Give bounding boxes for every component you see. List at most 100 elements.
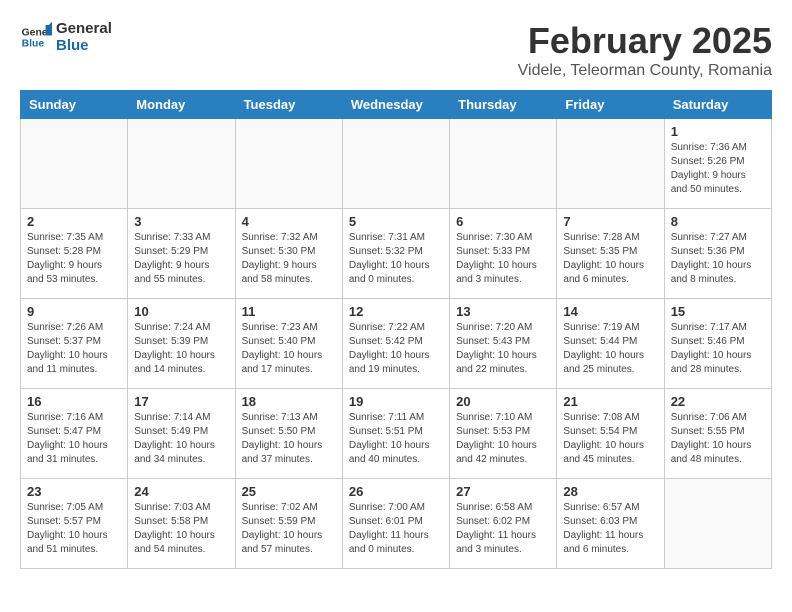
- day-number: 3: [134, 214, 228, 229]
- calendar-cell: [128, 119, 235, 209]
- weekday-header-monday: Monday: [128, 91, 235, 119]
- calendar-cell: 25 Sunrise: 7:02 AM Sunset: 5:59 PM Dayli…: [235, 479, 342, 569]
- calendar-cell: 4 Sunrise: 7:32 AM Sunset: 5:30 PM Daylig…: [235, 209, 342, 299]
- day-number: 24: [134, 484, 228, 499]
- calendar-cell: 19 Sunrise: 7:11 AM Sunset: 5:51 PM Dayli…: [342, 389, 449, 479]
- calendar-cell: 18 Sunrise: 7:13 AM Sunset: 5:50 PM Dayli…: [235, 389, 342, 479]
- calendar-cell: 2 Sunrise: 7:35 AM Sunset: 5:28 PM Daylig…: [21, 209, 128, 299]
- weekday-header-friday: Friday: [557, 91, 664, 119]
- day-info: Sunrise: 7:13 AM Sunset: 5:50 PM Dayligh…: [242, 411, 336, 467]
- day-info: Sunrise: 7:16 AM Sunset: 5:47 PM Dayligh…: [27, 411, 121, 467]
- header: General Blue General Blue February 2025 …: [20, 20, 772, 80]
- logo: General Blue General Blue: [20, 20, 112, 54]
- week-row-4: 23 Sunrise: 7:05 AM Sunset: 5:57 PM Dayli…: [21, 479, 772, 569]
- day-info: Sunrise: 7:27 AM Sunset: 5:36 PM Dayligh…: [671, 231, 765, 287]
- day-number: 4: [242, 214, 336, 229]
- calendar-cell: 3 Sunrise: 7:33 AM Sunset: 5:29 PM Daylig…: [128, 209, 235, 299]
- week-row-3: 16 Sunrise: 7:16 AM Sunset: 5:47 PM Dayli…: [21, 389, 772, 479]
- calendar-cell: 9 Sunrise: 7:26 AM Sunset: 5:37 PM Daylig…: [21, 299, 128, 389]
- calendar-cell: 20Sunrise: 7:10 AM Sunset: 5:53 PM Dayli…: [450, 389, 557, 479]
- day-info: Sunrise: 7:03 AM Sunset: 5:58 PM Dayligh…: [134, 501, 228, 557]
- day-number: 2: [27, 214, 121, 229]
- weekday-header-row: SundayMondayTuesdayWednesdayThursdayFrid…: [21, 91, 772, 119]
- calendar-cell: 11 Sunrise: 7:23 AM Sunset: 5:40 PM Dayli…: [235, 299, 342, 389]
- weekday-header-thursday: Thursday: [450, 91, 557, 119]
- day-number: 18: [242, 394, 336, 409]
- week-row-1: 2 Sunrise: 7:35 AM Sunset: 5:28 PM Daylig…: [21, 209, 772, 299]
- day-number: 28: [563, 484, 657, 499]
- day-number: 22: [671, 394, 765, 409]
- calendar-cell: 24 Sunrise: 7:03 AM Sunset: 5:58 PM Dayli…: [128, 479, 235, 569]
- day-info: Sunrise: 7:30 AM Sunset: 5:33 PM Dayligh…: [456, 231, 550, 287]
- calendar-cell: 5 Sunrise: 7:31 AM Sunset: 5:32 PM Daylig…: [342, 209, 449, 299]
- day-info: Sunrise: 7:08 AM Sunset: 5:54 PM Dayligh…: [563, 411, 657, 467]
- calendar-cell: 7 Sunrise: 7:28 AM Sunset: 5:35 PM Daylig…: [557, 209, 664, 299]
- calendar-cell: 6 Sunrise: 7:30 AM Sunset: 5:33 PM Daylig…: [450, 209, 557, 299]
- calendar-cell: 10Sunrise: 7:24 AM Sunset: 5:39 PM Dayli…: [128, 299, 235, 389]
- day-info: Sunrise: 7:23 AM Sunset: 5:40 PM Dayligh…: [242, 321, 336, 377]
- calendar-cell: 27 Sunrise: 6:58 AM Sunset: 6:02 PM Dayli…: [450, 479, 557, 569]
- day-number: 9: [27, 304, 121, 319]
- day-info: Sunrise: 7:05 AM Sunset: 5:57 PM Dayligh…: [27, 501, 121, 557]
- day-info: Sunrise: 7:14 AM Sunset: 5:49 PM Dayligh…: [134, 411, 228, 467]
- day-info: Sunrise: 7:22 AM Sunset: 5:42 PM Dayligh…: [349, 321, 443, 377]
- day-number: 23: [27, 484, 121, 499]
- week-row-2: 9 Sunrise: 7:26 AM Sunset: 5:37 PM Daylig…: [21, 299, 772, 389]
- day-info: Sunrise: 7:35 AM Sunset: 5:28 PM Dayligh…: [27, 231, 121, 287]
- day-info: Sunrise: 7:02 AM Sunset: 5:59 PM Dayligh…: [242, 501, 336, 557]
- day-number: 5: [349, 214, 443, 229]
- calendar-cell: 13Sunrise: 7:20 AM Sunset: 5:43 PM Dayli…: [450, 299, 557, 389]
- day-number: 11: [242, 304, 336, 319]
- location-title: Videle, Teleorman County, Romania: [518, 62, 772, 80]
- calendar-cell: [450, 119, 557, 209]
- day-info: Sunrise: 7:32 AM Sunset: 5:30 PM Dayligh…: [242, 231, 336, 287]
- calendar-cell: 16 Sunrise: 7:16 AM Sunset: 5:47 PM Dayli…: [21, 389, 128, 479]
- day-number: 1: [671, 124, 765, 139]
- day-number: 14: [563, 304, 657, 319]
- calendar-table: SundayMondayTuesdayWednesdayThursdayFrid…: [20, 90, 772, 569]
- day-info: Sunrise: 6:58 AM Sunset: 6:02 PM Dayligh…: [456, 501, 550, 557]
- day-info: Sunrise: 7:26 AM Sunset: 5:37 PM Dayligh…: [27, 321, 121, 377]
- calendar-cell: 23 Sunrise: 7:05 AM Sunset: 5:57 PM Dayli…: [21, 479, 128, 569]
- day-info: Sunrise: 7:11 AM Sunset: 5:51 PM Dayligh…: [349, 411, 443, 467]
- day-number: 6: [456, 214, 550, 229]
- day-info: Sunrise: 7:24 AM Sunset: 5:39 PM Dayligh…: [134, 321, 228, 377]
- calendar-cell: 15Sunrise: 7:17 AM Sunset: 5:46 PM Dayli…: [664, 299, 771, 389]
- day-info: Sunrise: 7:28 AM Sunset: 5:35 PM Dayligh…: [563, 231, 657, 287]
- calendar-cell: 17 Sunrise: 7:14 AM Sunset: 5:49 PM Dayli…: [128, 389, 235, 479]
- title-area: February 2025 Videle, Teleorman County, …: [518, 20, 772, 80]
- day-info: Sunrise: 7:10 AM Sunset: 5:53 PM Dayligh…: [456, 411, 550, 467]
- day-info: Sunrise: 7:33 AM Sunset: 5:29 PM Dayligh…: [134, 231, 228, 287]
- day-number: 16: [27, 394, 121, 409]
- calendar-cell: 12 Sunrise: 7:22 AM Sunset: 5:42 PM Dayli…: [342, 299, 449, 389]
- day-number: 12: [349, 304, 443, 319]
- calendar-cell: 1 Sunrise: 7:36 AM Sunset: 5:26 PM Daylig…: [664, 119, 771, 209]
- day-number: 17: [134, 394, 228, 409]
- day-number: 13: [456, 304, 550, 319]
- weekday-header-tuesday: Tuesday: [235, 91, 342, 119]
- calendar-cell: 22Sunrise: 7:06 AM Sunset: 5:55 PM Dayli…: [664, 389, 771, 479]
- day-info: Sunrise: 7:31 AM Sunset: 5:32 PM Dayligh…: [349, 231, 443, 287]
- day-number: 21: [563, 394, 657, 409]
- day-number: 7: [563, 214, 657, 229]
- day-info: Sunrise: 7:17 AM Sunset: 5:46 PM Dayligh…: [671, 321, 765, 377]
- day-info: Sunrise: 7:19 AM Sunset: 5:44 PM Dayligh…: [563, 321, 657, 377]
- week-row-0: 1 Sunrise: 7:36 AM Sunset: 5:26 PM Daylig…: [21, 119, 772, 209]
- day-info: Sunrise: 7:00 AM Sunset: 6:01 PM Dayligh…: [349, 501, 443, 557]
- day-info: Sunrise: 7:36 AM Sunset: 5:26 PM Dayligh…: [671, 141, 765, 197]
- weekday-header-wednesday: Wednesday: [342, 91, 449, 119]
- calendar-cell: 21 Sunrise: 7:08 AM Sunset: 5:54 PM Dayli…: [557, 389, 664, 479]
- day-info: Sunrise: 6:57 AM Sunset: 6:03 PM Dayligh…: [563, 501, 657, 557]
- calendar-cell: 28 Sunrise: 6:57 AM Sunset: 6:03 PM Dayli…: [557, 479, 664, 569]
- day-number: 25: [242, 484, 336, 499]
- calendar-cell: [557, 119, 664, 209]
- day-number: 27: [456, 484, 550, 499]
- calendar-cell: [21, 119, 128, 209]
- weekday-header-sunday: Sunday: [21, 91, 128, 119]
- logo-general: General: [56, 20, 112, 37]
- svg-text:Blue: Blue: [22, 39, 45, 50]
- calendar-cell: 14 Sunrise: 7:19 AM Sunset: 5:44 PM Dayli…: [557, 299, 664, 389]
- day-number: 19: [349, 394, 443, 409]
- calendar-cell: 8Sunrise: 7:27 AM Sunset: 5:36 PM Daylig…: [664, 209, 771, 299]
- logo-icon: General Blue: [20, 21, 52, 53]
